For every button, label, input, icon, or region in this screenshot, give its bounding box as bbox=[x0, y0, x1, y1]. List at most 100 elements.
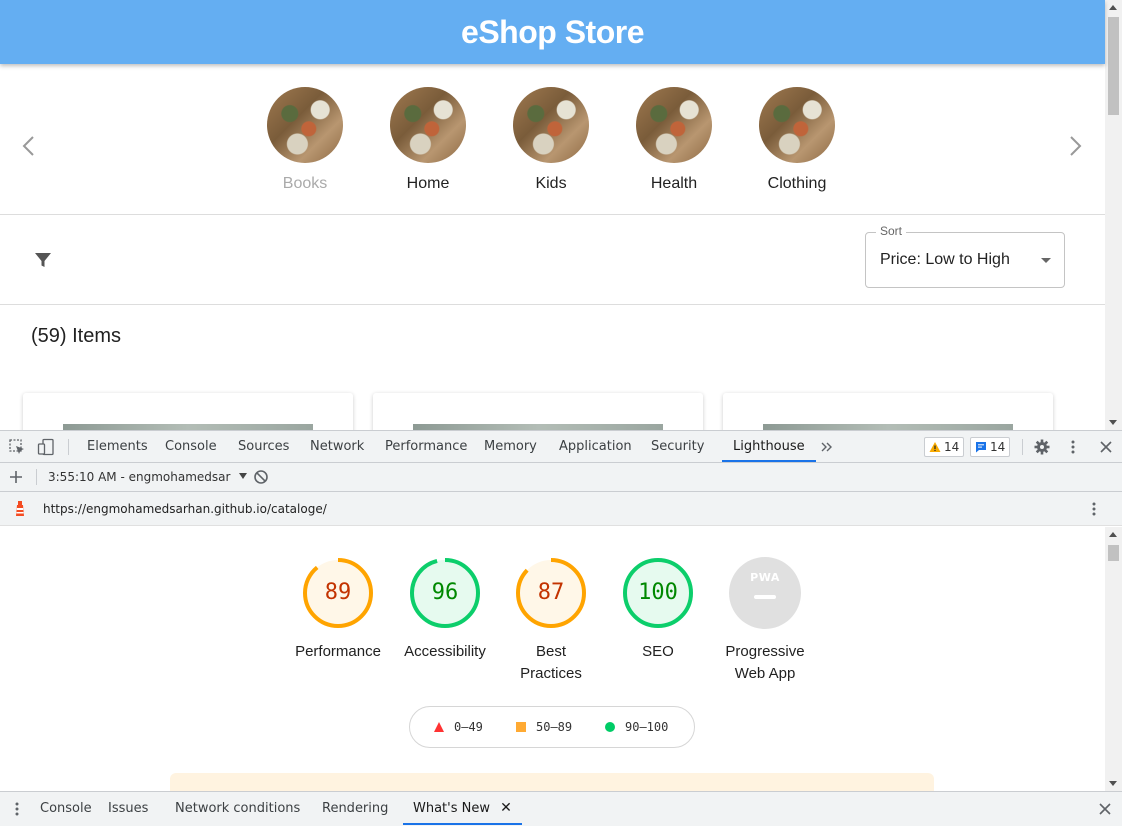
category-label: Kids bbox=[535, 175, 567, 192]
score-gauge-performance[interactable]: 89 Performance bbox=[285, 557, 391, 663]
caret-down-icon bbox=[1041, 258, 1051, 263]
app-header: eShop Store bbox=[0, 0, 1105, 64]
page-scrollbar[interactable] bbox=[1105, 0, 1122, 430]
category-item-health[interactable]: Health bbox=[619, 87, 729, 193]
tab-performance[interactable]: Performance bbox=[385, 431, 467, 462]
score-value: 89 bbox=[324, 580, 352, 605]
tab-console[interactable]: Console bbox=[165, 431, 217, 462]
category-item-books[interactable]: Books bbox=[250, 87, 360, 193]
report-select-value: 3:55:10 AM - engmohamedsar bbox=[48, 470, 231, 484]
close-icon[interactable] bbox=[1097, 438, 1115, 456]
score-ring: 87 bbox=[515, 557, 587, 629]
score-label: Progressive Web App bbox=[712, 641, 818, 685]
score-gauge-accessibility[interactable]: 96 Accessibility bbox=[392, 557, 498, 663]
legend-fail: 0–49 bbox=[434, 720, 483, 734]
category-image bbox=[390, 87, 466, 163]
pwa-badge-text: PWA bbox=[750, 571, 780, 584]
scroll-up-icon[interactable] bbox=[1109, 532, 1117, 537]
caret-down-icon bbox=[239, 473, 248, 479]
close-drawer-icon[interactable] bbox=[1096, 800, 1114, 818]
gear-icon[interactable] bbox=[1033, 438, 1051, 456]
score-label-line2: Practices bbox=[520, 665, 582, 682]
drawer-tab-label: What's New bbox=[413, 801, 490, 816]
clear-icon[interactable] bbox=[252, 468, 270, 486]
category-label: Clothing bbox=[767, 175, 827, 192]
tab-sources[interactable]: Sources bbox=[238, 431, 289, 462]
chevron-left-icon[interactable] bbox=[19, 134, 39, 158]
score-gauge-best-practices[interactable]: 87 Best Practices bbox=[498, 557, 604, 685]
category-carousel: Books Home Kids Health Clothing bbox=[0, 64, 1105, 215]
score-label: SEO bbox=[642, 643, 674, 660]
drawer-tab-issues[interactable]: Issues bbox=[108, 792, 148, 825]
page-viewport: eShop Store Books Home Kids Health Cloth… bbox=[0, 0, 1122, 430]
category-item-home[interactable]: Home bbox=[373, 87, 483, 193]
tab-application[interactable]: Application bbox=[559, 431, 632, 462]
tab-elements[interactable]: Elements bbox=[87, 431, 148, 462]
report-select[interactable]: 3:55:10 AM - engmohamedsar bbox=[48, 470, 248, 484]
devtools-drawer-tabbar: Console Issues Network conditions Render… bbox=[0, 791, 1122, 826]
warning-banner bbox=[170, 773, 934, 791]
legend-fail-range: 0–49 bbox=[454, 720, 483, 734]
drawer-tab-console[interactable]: Console bbox=[40, 792, 92, 825]
category-item-kids[interactable]: Kids bbox=[496, 87, 606, 193]
category-item-clothing[interactable]: Clothing bbox=[742, 87, 852, 193]
sort-label: Sort bbox=[876, 224, 907, 238]
tab-security[interactable]: Security bbox=[651, 431, 704, 462]
drawer-tab-rendering[interactable]: Rendering bbox=[322, 792, 388, 825]
square-icon bbox=[516, 722, 526, 732]
score-label: Accessibility bbox=[404, 643, 486, 660]
score-gauge-pwa[interactable]: PWA Progressive Web App bbox=[712, 557, 818, 685]
score-value: 100 bbox=[638, 580, 678, 605]
score-value: 96 bbox=[431, 580, 459, 605]
score-ring: 89 bbox=[302, 557, 374, 629]
chevron-right-icon[interactable] bbox=[1065, 134, 1085, 158]
items-count: (59) Items bbox=[31, 325, 122, 347]
kebab-menu-icon[interactable] bbox=[1064, 438, 1082, 456]
sort-value: Price: Low to High bbox=[880, 251, 1010, 268]
product-card[interactable] bbox=[373, 393, 703, 430]
circle-icon bbox=[605, 722, 615, 732]
devtools-tabbar: Elements Console Sources Network Perform… bbox=[0, 431, 1122, 463]
tab-network[interactable]: Network bbox=[310, 431, 364, 462]
legend-average: 50–89 bbox=[516, 720, 572, 734]
messages-badge[interactable]: 14 bbox=[970, 437, 1011, 457]
tab-memory[interactable]: Memory bbox=[484, 431, 537, 462]
category-image bbox=[636, 87, 712, 163]
legend-pass: 90–100 bbox=[605, 720, 668, 734]
tab-lighthouse[interactable]: Lighthouse bbox=[722, 431, 816, 462]
scroll-up-icon[interactable] bbox=[1109, 5, 1117, 10]
legend-pass-range: 90–100 bbox=[625, 720, 669, 734]
scroll-thumb[interactable] bbox=[1108, 545, 1119, 561]
filter-bar: Sort Price: Low to High bbox=[0, 216, 1105, 305]
scroll-down-icon[interactable] bbox=[1109, 781, 1117, 786]
kebab-menu-icon[interactable] bbox=[1085, 500, 1103, 518]
audited-url: https://engmohamedsarhan.github.io/catal… bbox=[43, 502, 327, 516]
toolbar-divider bbox=[36, 469, 37, 485]
scroll-down-icon[interactable] bbox=[1109, 420, 1117, 425]
filter-icon[interactable] bbox=[33, 250, 53, 270]
category-image bbox=[759, 87, 835, 163]
product-card[interactable] bbox=[23, 393, 353, 430]
product-card[interactable] bbox=[723, 393, 1053, 430]
drawer-tab-network-conditions[interactable]: Network conditions bbox=[175, 792, 300, 825]
scroll-thumb[interactable] bbox=[1108, 17, 1119, 115]
score-ring: 96 bbox=[409, 557, 481, 629]
app-title: eShop Store bbox=[461, 13, 644, 50]
legend-average-range: 50–89 bbox=[536, 720, 573, 734]
pwa-badge: PWA bbox=[729, 557, 801, 629]
lighthouse-logo-icon bbox=[11, 499, 29, 517]
score-gauge-seo[interactable]: 100 SEO bbox=[605, 557, 711, 663]
device-toolbar-icon[interactable] bbox=[37, 438, 55, 456]
chevron-double-right-icon[interactable] bbox=[818, 438, 836, 456]
warnings-badge[interactable]: 14 bbox=[924, 437, 965, 457]
score-ring: 100 bbox=[622, 557, 694, 629]
lighthouse-toolbar: 3:55:10 AM - engmohamedsar bbox=[0, 463, 1122, 492]
report-scrollbar[interactable] bbox=[1105, 527, 1122, 791]
inspect-element-icon[interactable] bbox=[8, 438, 26, 456]
kebab-menu-icon[interactable] bbox=[8, 800, 26, 818]
plus-icon[interactable] bbox=[7, 468, 25, 486]
sort-select[interactable]: Sort Price: Low to High bbox=[865, 224, 1065, 288]
drawer-tab-whats-new[interactable]: What's New ✕ bbox=[403, 792, 522, 825]
toolbar-divider bbox=[1022, 439, 1023, 455]
close-icon[interactable]: ✕ bbox=[500, 800, 512, 816]
